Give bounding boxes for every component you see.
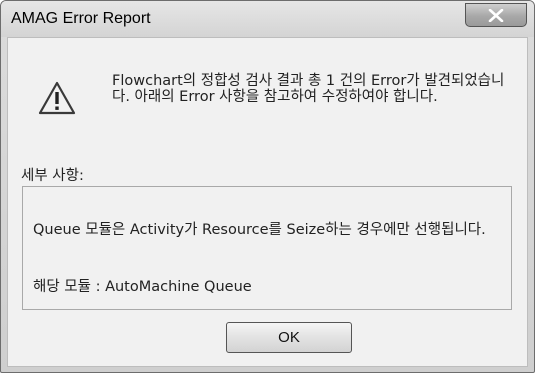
details-label: 세부 사항: [21,168,84,184]
error-report-dialog: AMAG Error Report Flowchart의 정합성 검사 결과 총… [0,0,535,373]
title-bar[interactable]: AMAG Error Report [1,1,534,37]
window-title: AMAG Error Report [11,10,151,27]
detail-description: Queue 모듈은 Activity가 Resource를 Seize하는 경우… [33,222,486,238]
close-icon [488,9,504,22]
dialog-body: Flowchart의 정합성 검사 결과 총 1 건의 Error가 발견되었습… [7,37,528,367]
error-message: Flowchart의 정합성 검사 결과 총 1 건의 Error가 발견되었습… [112,73,505,105]
warning-icon [38,81,76,115]
ok-button[interactable]: OK [226,322,352,353]
details-box: Queue 모듈은 Activity가 Resource를 Seize하는 경우… [22,186,512,310]
detail-module: 해당 모듈 : AutoMachine Queue [33,279,252,295]
close-button[interactable] [465,3,527,27]
